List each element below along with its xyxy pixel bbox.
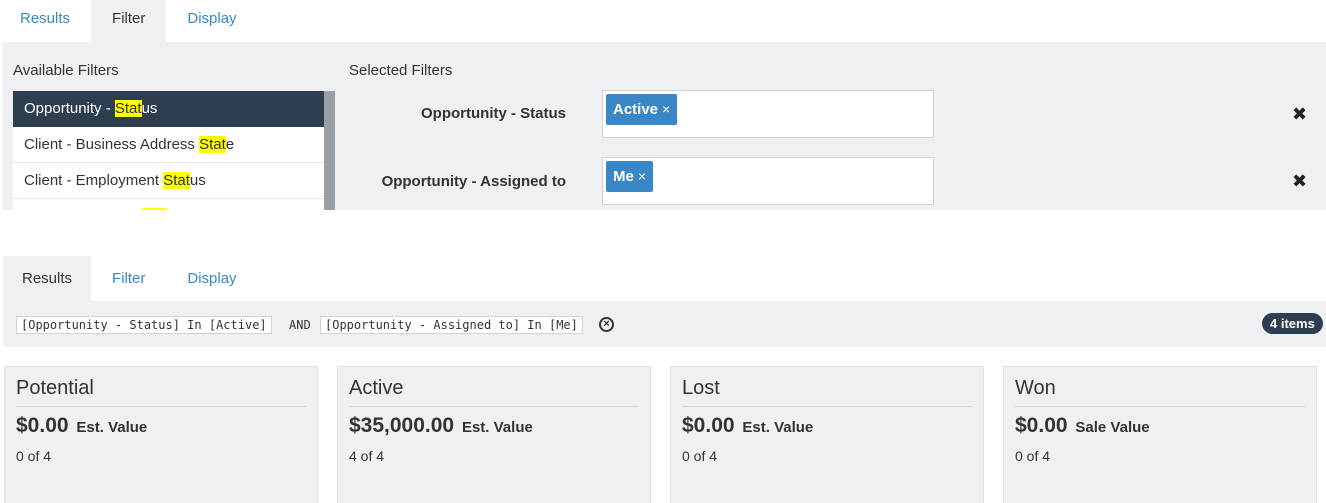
filter-chip-active: Active × xyxy=(606,94,678,125)
bottom-tab-bar: Results Filter Display xyxy=(0,256,1326,301)
card-amount: $0.00 Sale Value xyxy=(1015,414,1150,438)
card-divider xyxy=(16,406,306,407)
filter-chip-me: Me × xyxy=(606,161,654,192)
search-match-highlight: Stat xyxy=(199,136,226,153)
card-amount-label: Est. Value xyxy=(76,419,148,436)
remove-filter-icon[interactable]: ✖ xyxy=(1292,171,1307,192)
chip-close-icon[interactable]: × xyxy=(662,101,670,117)
tab-filter[interactable]: Filter xyxy=(91,256,166,301)
available-filter-item[interactable]: Opportunity - Status xyxy=(13,91,325,127)
chip-label: Active xyxy=(613,101,659,118)
clear-filter-icon[interactable]: × xyxy=(599,317,614,332)
selected-filter-label-assigned: Opportunity - Assigned to xyxy=(381,173,566,190)
card-amount: $0.00 Est. Value xyxy=(682,414,813,438)
criteria-expression: [Opportunity - Status] In [Active] xyxy=(16,316,272,334)
available-filter-item-partial[interactable] xyxy=(13,199,325,210)
card-amount-label: Sale Value xyxy=(1075,419,1150,436)
card-title: Won xyxy=(1015,377,1056,399)
available-filters-list: Opportunity - Status Client - Business A… xyxy=(13,91,325,210)
tab-results[interactable]: Results xyxy=(0,0,91,42)
available-filter-item[interactable]: Client - Employment Status xyxy=(13,163,325,199)
tab-results[interactable]: Results xyxy=(3,256,92,301)
selected-filter-label-status: Opportunity - Status xyxy=(421,105,566,122)
top-tab-bar: Results Filter Display xyxy=(0,0,1326,42)
card-count: 4 of 4 xyxy=(349,448,385,464)
filter-item-text: Opportunity - xyxy=(24,100,115,117)
filter-item-text: us xyxy=(141,100,158,117)
search-match-highlight-partial xyxy=(142,208,168,210)
filter-item-text: Client - Business Address xyxy=(24,136,200,153)
card-amount: $0.00 Est. Value xyxy=(16,414,147,438)
filter-item-text: Client - Employment xyxy=(24,172,164,189)
search-match-highlight: Stat xyxy=(114,100,142,117)
search-match-highlight: Stat xyxy=(163,172,190,189)
result-count-badge: 4 items xyxy=(1262,313,1323,334)
card-count: 0 of 4 xyxy=(682,448,718,464)
filter-panel: Available Filters Selected Filters Oppor… xyxy=(2,42,1326,210)
available-filters-label: Available Filters xyxy=(13,62,119,79)
criteria-joiner: AND xyxy=(289,318,311,332)
card-amount-value: $0.00 xyxy=(1015,414,1068,437)
status-filter-input[interactable]: Active × xyxy=(602,90,934,138)
card-title: Active xyxy=(349,377,404,399)
summary-card-won[interactable]: Won $0.00 Sale Value 0 of 4 xyxy=(1003,366,1317,503)
selected-filters-label: Selected Filters xyxy=(349,62,453,79)
card-divider xyxy=(682,406,972,407)
criteria-expression: [Opportunity - Assigned to] In [Me] xyxy=(320,316,583,334)
available-filter-item[interactable]: Client - Business Address State xyxy=(13,127,325,163)
filter-criteria-bar: [Opportunity - Status] In [Active] AND [… xyxy=(3,301,1326,347)
card-amount-label: Est. Value xyxy=(742,419,814,436)
filter-item-text: e xyxy=(225,136,235,153)
card-amount-value: $0.00 xyxy=(16,414,69,437)
filter-item-text: us xyxy=(189,172,206,189)
card-amount-label: Est. Value xyxy=(461,419,533,436)
chip-label: Me xyxy=(613,168,634,185)
summary-card-lost[interactable]: Lost $0.00 Est. Value 0 of 4 xyxy=(670,366,984,503)
card-divider xyxy=(349,406,639,407)
card-divider xyxy=(1015,406,1305,407)
tab-filter[interactable]: Filter xyxy=(91,0,167,42)
card-amount: $35,000.00 Est. Value xyxy=(349,414,533,438)
remove-filter-icon[interactable]: ✖ xyxy=(1292,104,1307,125)
chip-close-icon[interactable]: × xyxy=(638,168,646,184)
card-title: Lost xyxy=(682,377,720,399)
card-amount-value: $35,000.00 xyxy=(349,414,455,437)
summary-cards: Potential $0.00 Est. Value 0 of 4 Active… xyxy=(4,366,1326,503)
assigned-filter-input[interactable]: Me × xyxy=(602,157,934,205)
card-title: Potential xyxy=(16,377,94,399)
card-count: 0 of 4 xyxy=(16,448,52,464)
card-amount-value: $0.00 xyxy=(682,414,735,437)
card-count: 0 of 4 xyxy=(1015,448,1051,464)
available-filters-scrollbar[interactable] xyxy=(324,91,335,210)
tab-display[interactable]: Display xyxy=(166,256,257,301)
summary-card-active[interactable]: Active $35,000.00 Est. Value 4 of 4 xyxy=(337,366,651,503)
tab-display[interactable]: Display xyxy=(166,0,257,42)
summary-card-potential[interactable]: Potential $0.00 Est. Value 0 of 4 xyxy=(4,366,318,503)
